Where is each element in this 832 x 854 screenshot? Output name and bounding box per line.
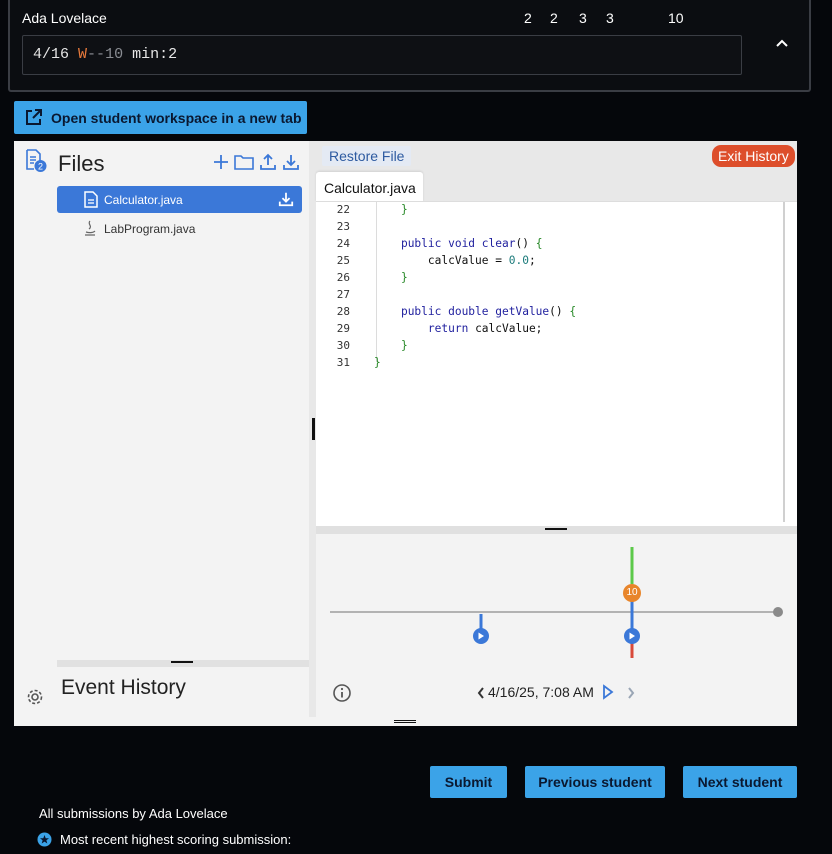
student-summary-panel: Ada Lovelace 2 2 3 3 10 4/16 W--10 min:2 xyxy=(8,0,811,92)
workspace: 2 Files Calculator.java LabProgram.java … xyxy=(14,141,797,726)
line-number: 27 xyxy=(336,288,350,301)
submit-button[interactable]: Submit xyxy=(430,766,507,798)
code-line: } xyxy=(374,356,381,369)
line-number: 31 xyxy=(336,356,350,369)
download-all-icon[interactable] xyxy=(282,153,300,171)
summary-dashes: -- xyxy=(87,46,106,63)
event-history-title: Event History xyxy=(61,676,186,699)
score-item: 3 xyxy=(606,10,614,26)
line-number: 25 xyxy=(336,254,350,267)
editor-scrollbar[interactable] xyxy=(783,202,785,522)
line-number: 22 xyxy=(336,203,350,216)
summary-flag: W xyxy=(78,46,88,63)
next-student-button[interactable]: Next student xyxy=(683,766,797,798)
chevron-left-icon[interactable] xyxy=(476,686,486,700)
score-item: 10 xyxy=(668,10,684,26)
code-line: } xyxy=(400,203,408,216)
timeline-timestamp: 4/16/25, 7:08 AM xyxy=(488,684,594,700)
score-item: 2 xyxy=(524,10,532,26)
chevron-up-icon xyxy=(776,39,788,47)
code-line: } xyxy=(400,339,408,352)
restore-file-button[interactable]: Restore File xyxy=(322,146,412,166)
code-line: public double getValue() { xyxy=(400,305,577,318)
score-item: 2 xyxy=(550,10,558,26)
upload-icon[interactable] xyxy=(259,153,277,171)
recent-highest-label: Most recent highest scoring submission: xyxy=(60,832,292,847)
file-name: Calculator.java xyxy=(104,193,183,207)
event-history-section: Event History xyxy=(14,667,309,717)
score-marker-label: 10 xyxy=(626,587,638,598)
add-file-icon[interactable] xyxy=(212,153,230,171)
files-panel: 2 Files Calculator.java LabProgram.java xyxy=(14,141,309,717)
line-number: 26 xyxy=(336,271,350,284)
new-folder-icon[interactable] xyxy=(234,153,254,171)
code-line: } xyxy=(400,271,408,284)
student-name: Ada Lovelace xyxy=(22,10,107,26)
file-item-calculator[interactable]: Calculator.java xyxy=(57,186,302,213)
submission-summary: 4/16 W--10 min:2 xyxy=(22,35,742,75)
info-icon[interactable] xyxy=(332,683,352,703)
summary-count: 10 xyxy=(105,46,124,63)
previous-student-button[interactable]: Previous student xyxy=(525,766,665,798)
code-line: return calcValue; xyxy=(427,322,543,335)
document-icon xyxy=(84,191,98,208)
code-line: calcValue = 0.0; xyxy=(427,254,536,267)
code-line: public void clear() { xyxy=(400,237,543,250)
panel-resize-handle[interactable] xyxy=(57,660,309,667)
star-badge-icon xyxy=(37,832,52,847)
line-number: 30 xyxy=(336,339,350,352)
score-item: 3 xyxy=(579,10,587,26)
chevron-right-icon[interactable] xyxy=(626,686,636,700)
files-icon: 2 xyxy=(26,149,47,172)
summary-min: min:2 xyxy=(132,46,178,63)
download-file-icon[interactable] xyxy=(278,191,294,207)
line-number: 29 xyxy=(336,322,350,335)
file-item-labprogram[interactable]: LabProgram.java xyxy=(57,215,302,242)
files-title: Files xyxy=(58,151,105,176)
workspace-resize-handle[interactable] xyxy=(14,717,797,726)
open-workspace-button[interactable]: Open student workspace in a new tab xyxy=(14,101,307,134)
gear-icon[interactable] xyxy=(25,687,45,707)
file-count-badge: 2 xyxy=(38,162,43,172)
line-number: 23 xyxy=(336,220,350,233)
file-name: LabProgram.java xyxy=(104,222,196,236)
timeline-panel: 10 4/16/25, 7:08 AM xyxy=(316,534,797,717)
all-submissions-label: All submissions by Ada Lovelace xyxy=(39,806,228,821)
exit-history-button[interactable]: Exit History xyxy=(712,145,795,167)
line-number: 28 xyxy=(336,305,350,318)
open-workspace-label: Open student workspace in a new tab xyxy=(51,110,302,126)
timeline-end-marker xyxy=(773,607,783,617)
tab-calculator-java[interactable]: Calculator.java xyxy=(316,172,423,202)
external-link-icon xyxy=(26,109,42,125)
editor-resize-handle[interactable] xyxy=(316,526,797,534)
summary-date: 4/16 xyxy=(33,46,70,63)
collapse-button[interactable] xyxy=(770,32,794,56)
vertical-resize-handle[interactable] xyxy=(312,418,315,440)
line-number: 24 xyxy=(336,237,350,250)
timeline-track xyxy=(330,547,783,658)
play-icon[interactable] xyxy=(602,684,614,700)
java-icon xyxy=(85,220,96,236)
code-editor[interactable]: 22 23 24 25 26 27 28 29 30 31 } public v… xyxy=(316,201,797,526)
